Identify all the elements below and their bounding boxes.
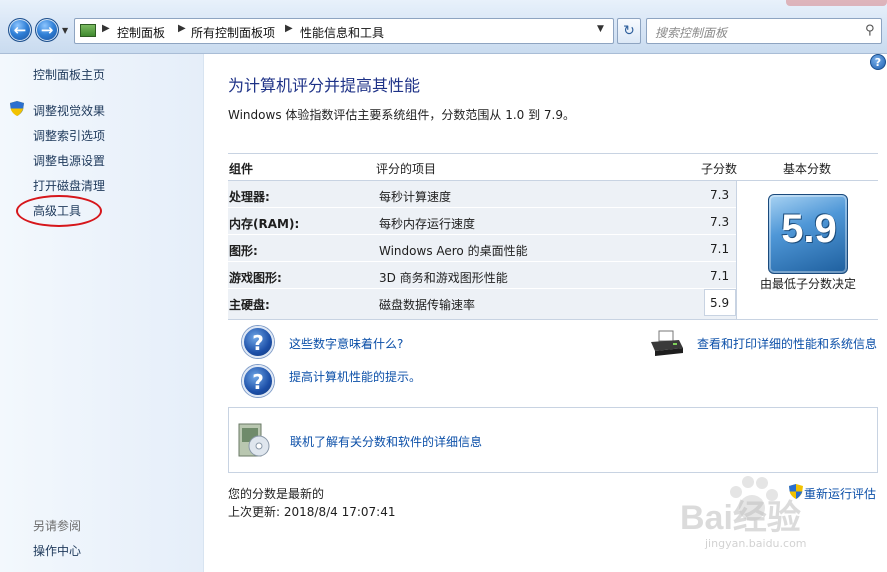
base-score-badge: 5.9 [768,194,848,274]
address-toolbar: ← → ▼ ▶ 控制面板 ▶ 所有控制面板项 ▶ 性能信息和工具 ▼ ↻ 搜索控… [0,0,887,54]
print-details-link[interactable]: 查看和打印详细的性能和系统信息 [697,335,877,352]
chevron-right-icon[interactable]: ▶ [285,23,293,34]
sidebar-item-disk-cleanup[interactable]: 打开磁盘清理 [33,177,105,194]
action-center-link[interactable]: 操作中心 [33,542,81,559]
printer-icon [651,330,683,356]
forward-button[interactable]: → [35,18,59,42]
software-box-icon [238,423,270,457]
back-button[interactable]: ← [8,18,32,42]
table-row: 主硬盘: 磁盘数据传输速率 5.9 [228,289,736,320]
table-body: 处理器: 每秒计算速度 7.3 内存(RAM): 每秒内存运行速度 7.3 图形… [228,181,736,320]
sidebar-item-visual-effects[interactable]: 调整视觉效果 [33,102,105,119]
table-row: 内存(RAM): 每秒内存运行速度 7.3 [228,208,736,235]
row-component: 图形: [229,244,258,258]
arrow-left-icon: ← [13,21,27,39]
arrow-right-icon: → [40,21,54,39]
row-subscore: 7.3 [710,188,730,202]
page-description: Windows 体验指数评估主要系统组件，分数范围从 1.0 到 7.9。 [228,108,575,122]
table-header: 组件 评分的项目 子分数 基本分数 [228,153,878,181]
what-numbers-mean-link[interactable]: 这些数字意味着什么? [289,335,403,352]
row-component: 内存(RAM): [229,217,300,231]
control-panel-home-link[interactable]: 控制面板主页 [33,66,105,83]
row-item: 每秒内存运行速度 [379,217,476,231]
shield-icon [10,101,24,116]
search-input[interactable]: 搜索控制面板 [655,24,727,41]
breadcrumb-all-items[interactable]: 所有控制面板项 [191,24,275,41]
recent-pages-dropdown[interactable]: ▼ [62,26,72,36]
row-subscore: 5.9 [710,296,730,310]
row-subscore: 7.3 [710,215,730,229]
table-row: 游戏图形: 3D 商务和游戏图形性能 7.1 [228,262,736,289]
chevron-right-icon[interactable]: ▶ [178,23,186,34]
question-icon: ? [242,365,274,397]
base-score-caption: 由最低子分数决定 [759,277,856,291]
row-item: 每秒计算速度 [379,190,452,204]
online-info-link[interactable]: 联机了解有关分数和软件的详细信息 [290,433,482,450]
refresh-button[interactable]: ↻ [617,18,641,44]
question-icon: ? [242,326,274,358]
base-score-panel: 5.9 由最低子分数决定 [736,181,878,320]
row-component: 处理器: [229,190,270,204]
chevron-down-icon[interactable]: ▼ [597,24,604,34]
status-current: 您的分数是最新的 [228,487,325,501]
refresh-icon: ↻ [623,23,635,39]
header-base-score: 基本分数 [783,162,832,176]
row-item: 磁盘数据传输速率 [379,298,476,312]
red-circle-annotation [16,195,102,227]
page-title: 为计算机评分并提高其性能 [228,76,421,95]
row-item: Windows Aero 的桌面性能 [379,244,528,258]
help-icon[interactable]: ? [870,54,886,70]
row-subscore: 7.1 [710,242,730,256]
header-component: 组件 [229,162,254,176]
row-component: 主硬盘: [229,298,270,312]
row-subscore: 7.1 [710,269,730,283]
online-info-box: 联机了解有关分数和软件的详细信息 [228,407,878,473]
table-divider [228,319,878,320]
sidebar-item-indexing[interactable]: 调整索引选项 [33,127,105,144]
search-box[interactable]: 搜索控制面板 ⚲ [646,18,882,44]
see-also-heading: 另请参阅 [33,519,82,533]
performance-tips-link[interactable]: 提高计算机性能的提示。 [289,368,421,385]
table-row: 处理器: 每秒计算速度 7.3 [228,181,736,208]
row-item: 3D 商务和游戏图形性能 [379,271,508,285]
chevron-right-icon: ▶ [102,23,110,34]
control-panel-icon [80,24,96,37]
base-score-value: 5.9 [781,207,837,251]
table-row: 图形: Windows Aero 的桌面性能 7.1 [228,235,736,262]
score-table: 组件 评分的项目 子分数 基本分数 处理器: 每秒计算速度 7.3 内存(RAM… [228,153,878,320]
sidebar-item-power[interactable]: 调整电源设置 [33,152,105,169]
watermark-text: Bai经验 [680,499,801,537]
rerun-assessment-link[interactable]: 重新运行评估 [804,485,876,502]
breadcrumb-performance[interactable]: 性能信息和工具 [300,24,384,41]
search-icon[interactable]: ⚲ [865,23,875,38]
breadcrumb-control-panel[interactable]: 控制面板 [117,24,165,41]
row-component: 游戏图形: [229,271,282,285]
window-close-edge[interactable] [786,0,887,6]
address-bar[interactable]: ▶ 控制面板 ▶ 所有控制面板项 ▶ 性能信息和工具 ▼ [74,18,614,44]
last-updated: 上次更新: 2018/8/4 17:07:41 [228,505,396,519]
header-subscore: 子分数 [701,162,738,176]
watermark-url: jingyan.baidu.com [705,537,807,550]
header-item: 评分的项目 [376,162,437,176]
